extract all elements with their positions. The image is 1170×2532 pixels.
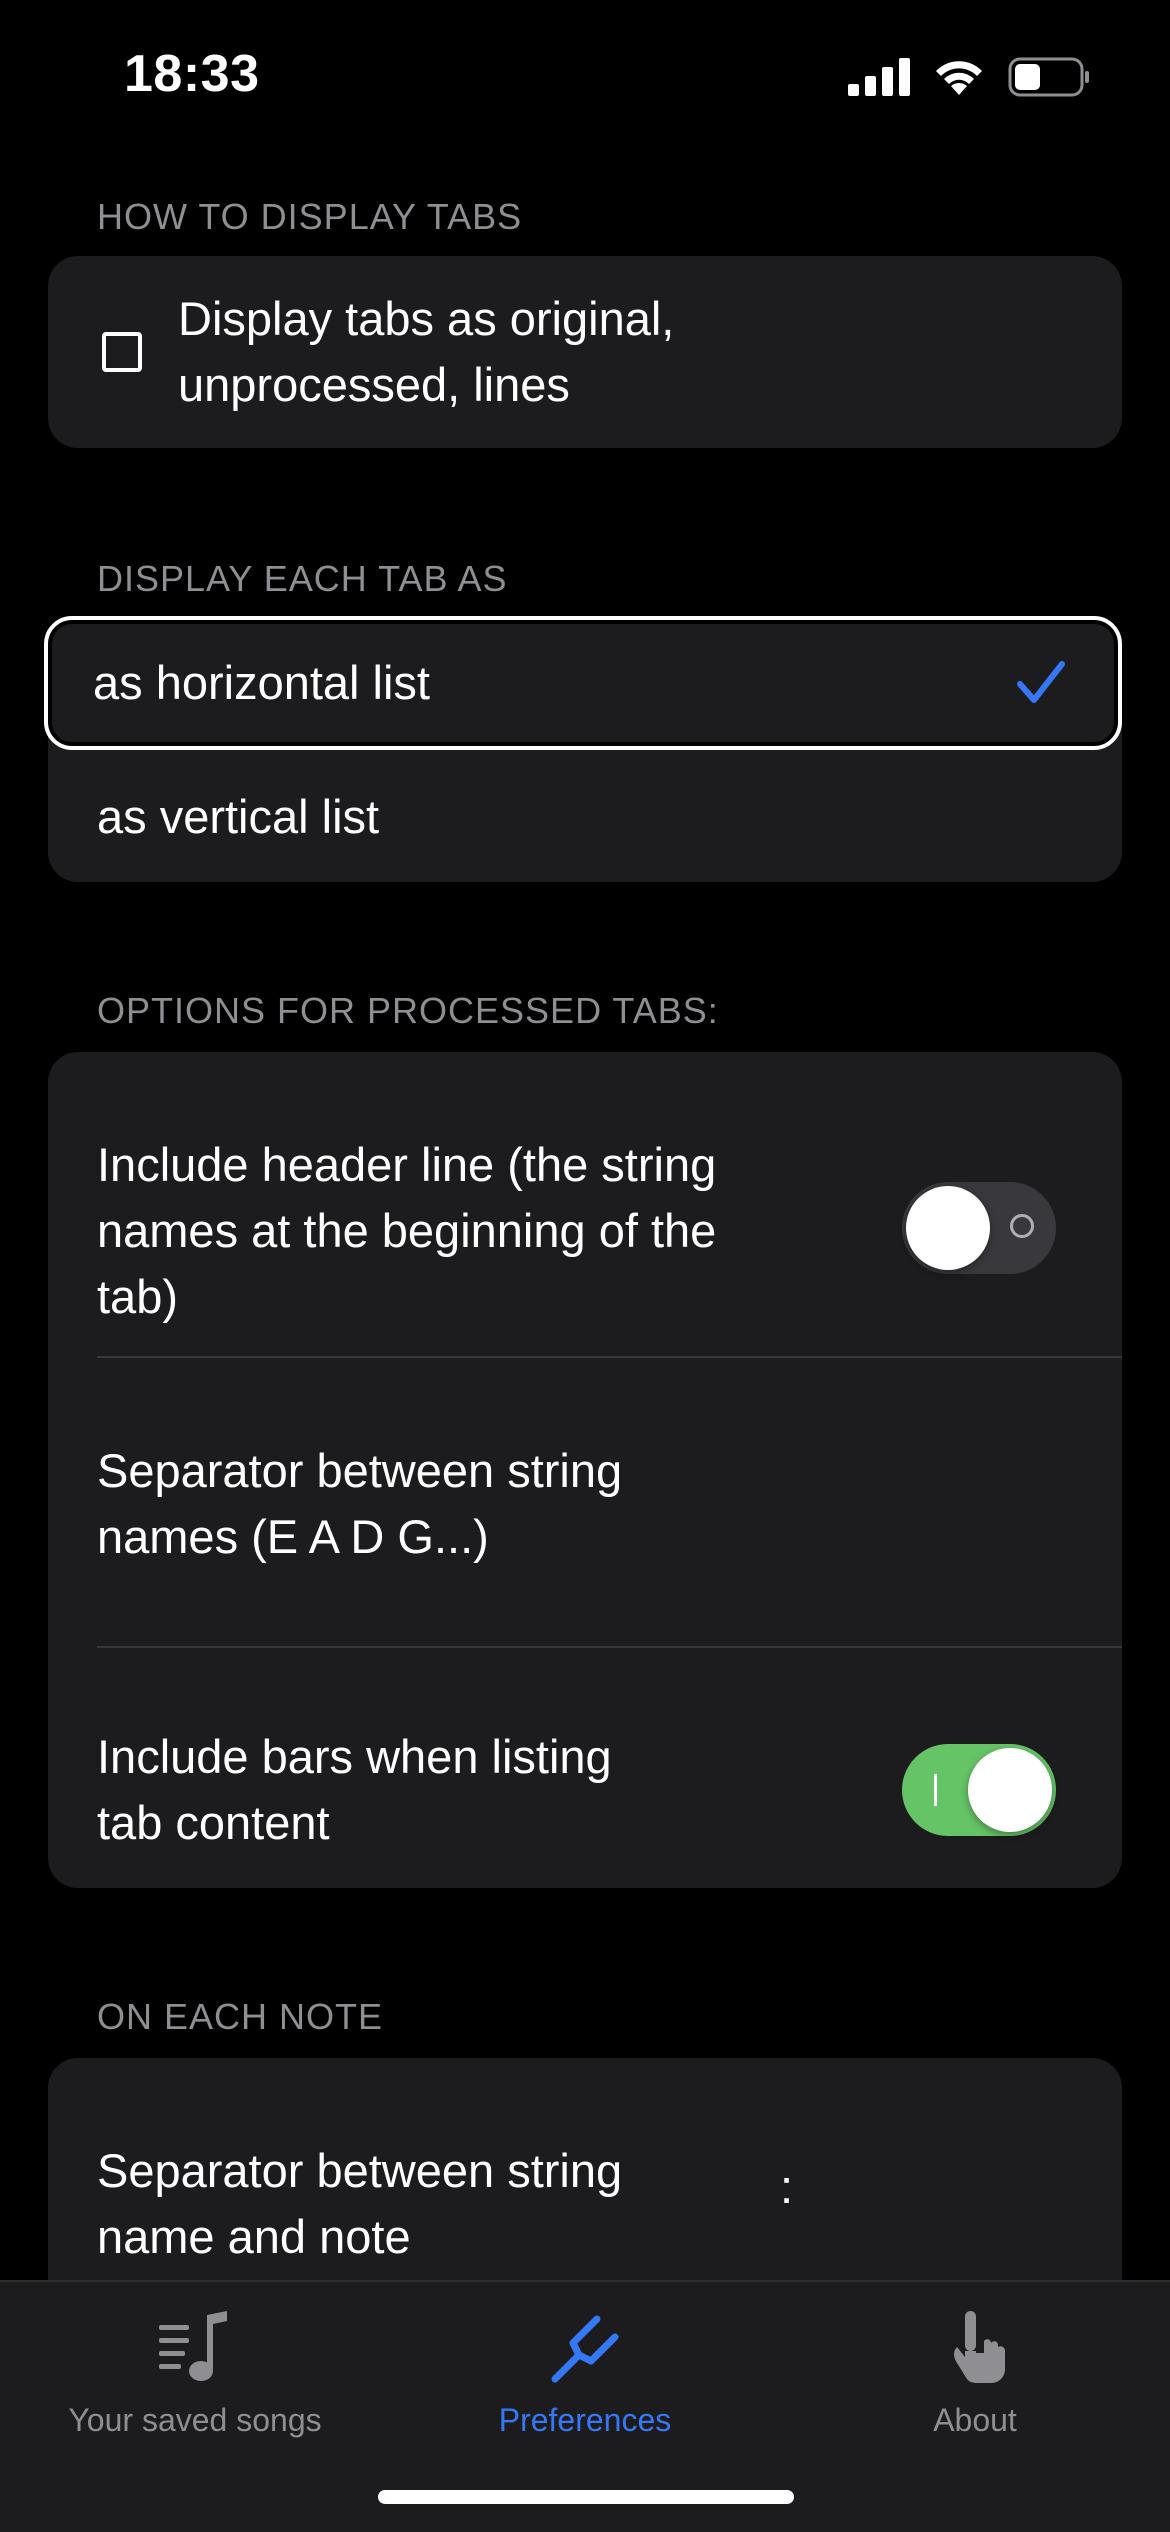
include-bars-label-line1: Include bars when listing xyxy=(97,1730,612,1783)
original-lines-label-line2: unprocessed, lines xyxy=(178,358,570,411)
header-line-label-line3: tab) xyxy=(97,1270,178,1323)
header-line-label: Include header line (the string names at… xyxy=(97,1132,716,1330)
header-line-label-line2: names at the beginning of the xyxy=(97,1204,717,1257)
battery-icon xyxy=(1008,57,1089,97)
divider xyxy=(97,1646,1122,1648)
home-indicator xyxy=(378,2490,794,2504)
header-line-label-line1: Include header line (the string xyxy=(97,1138,717,1191)
option-vertical-list[interactable]: as vertical list xyxy=(97,784,379,850)
tab-label: Your saved songs xyxy=(68,2402,322,2438)
cellular-signal-icon xyxy=(848,58,910,96)
option-horizontal-list: as horizontal list xyxy=(93,656,430,709)
music-list-icon xyxy=(159,2311,227,2381)
tab-about[interactable]: About xyxy=(780,2302,1170,2439)
include-bars-label-line2: tab content xyxy=(97,1796,330,1849)
original-lines-label-line1: Display tabs as original, xyxy=(178,292,675,345)
tab-label: Preferences xyxy=(498,2402,672,2438)
status-time: 18:33 xyxy=(124,45,260,103)
toggle-off-indicator xyxy=(1010,1214,1034,1238)
include-bars-toggle[interactable] xyxy=(902,1744,1056,1836)
tab-your-saved-songs[interactable]: Your saved songs xyxy=(0,2302,390,2439)
header-line-toggle[interactable] xyxy=(902,1182,1056,1274)
checkmark-icon xyxy=(1017,661,1065,703)
separator-note-label: Separator between string name and note xyxy=(97,2138,622,2270)
section-header-display-tabs: HOW TO DISPLAY TABS xyxy=(97,196,523,237)
divider xyxy=(97,1356,1122,1358)
toggle-knob xyxy=(906,1186,990,1270)
status-icons xyxy=(848,52,1090,102)
tuning-fork-icon xyxy=(551,2315,619,2383)
original-lines-checkbox[interactable] xyxy=(102,332,142,372)
tab-label: About xyxy=(933,2402,1017,2438)
tab-preferences[interactable]: Preferences xyxy=(390,2302,780,2439)
wifi-icon xyxy=(936,61,982,95)
separator-note-label-line2: name and note xyxy=(97,2210,411,2263)
section-header-each-note: ON EACH NOTE xyxy=(97,1996,384,2037)
processed-options-card: Include header line (the string names at… xyxy=(48,1052,1122,1888)
option-horizontal-list-row[interactable]: as horizontal list xyxy=(44,616,1122,750)
original-lines-label: Display tabs as original, unprocessed, l… xyxy=(178,286,674,418)
separator-names-label-line2: names (E A D G...) xyxy=(97,1510,489,1563)
display-tabs-card: Display tabs as original, unprocessed, l… xyxy=(48,256,1122,448)
preferences-screen: 18:33 HOW TO DISPLAY TABS Display tabs a… xyxy=(0,0,1170,2532)
separator-note-label-line1: Separator between string xyxy=(97,2144,623,2197)
separator-names-label-line1: Separator between string xyxy=(97,1444,623,1497)
section-header-display-each: DISPLAY EACH TAB AS xyxy=(97,558,508,599)
include-bars-label: Include bars when listing tab content xyxy=(97,1724,612,1856)
hand-pointer-icon xyxy=(954,2311,1005,2383)
separator-note-value[interactable]: : xyxy=(780,2154,793,2220)
toggle-knob xyxy=(968,1748,1052,1832)
toggle-on-indicator xyxy=(934,1774,937,1806)
section-header-processed: OPTIONS FOR PROCESSED TABS: xyxy=(97,990,719,1031)
separator-names-label: Separator between string names (E A D G.… xyxy=(97,1438,622,1570)
status-bar: 18:33 xyxy=(0,0,1170,150)
